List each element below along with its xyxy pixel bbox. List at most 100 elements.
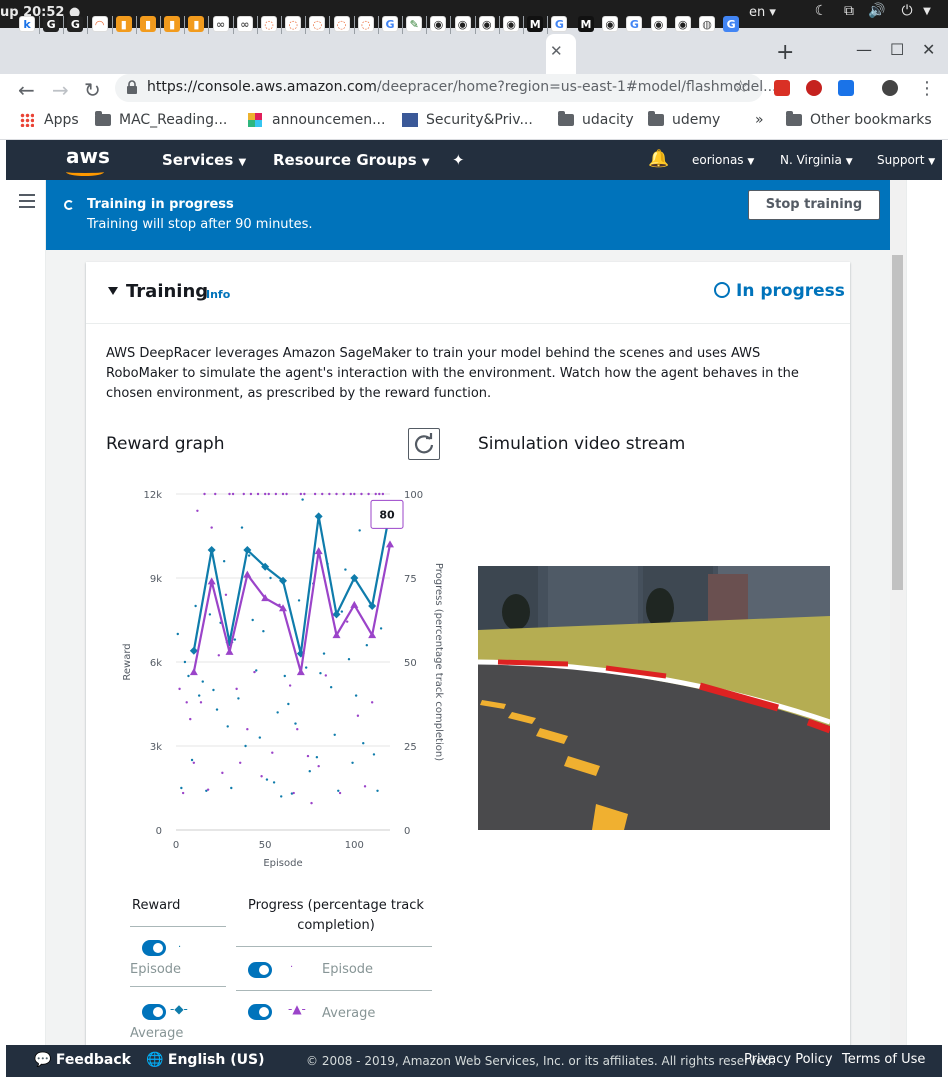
stop-training-button[interactable]: Stop training bbox=[748, 190, 880, 220]
tab-separator bbox=[547, 16, 549, 34]
address-bar[interactable]: https://console.aws.amazon.com/deepracer… bbox=[115, 74, 777, 102]
browser-tab[interactable]: ◌ bbox=[283, 14, 303, 34]
bookmark-mac-reading[interactable]: MAC_Reading... bbox=[95, 111, 227, 128]
new-tab-button[interactable]: + bbox=[776, 40, 794, 65]
services-menu[interactable]: Services ▼ bbox=[162, 151, 246, 169]
volume-icon[interactable]: 🔊 bbox=[868, 3, 886, 21]
privacy-policy-link[interactable]: Privacy Policy bbox=[744, 1052, 833, 1067]
training-panel: Training Info In progress AWS DeepRacer … bbox=[86, 262, 850, 1045]
speech-bubble-icon: 💬 bbox=[34, 1052, 52, 1068]
maximize-window-button[interactable]: ☐ bbox=[890, 40, 904, 59]
bookmark-udemy[interactable]: udemy bbox=[648, 111, 720, 128]
tab-favicon-icon: ▮ bbox=[188, 16, 205, 32]
support-menu[interactable]: Support ▼ bbox=[877, 153, 935, 167]
browser-tab[interactable]: G bbox=[549, 14, 569, 34]
network-icon[interactable]: ⧉ bbox=[840, 3, 858, 21]
adblock-icon[interactable] bbox=[806, 80, 822, 96]
back-button[interactable]: ← bbox=[18, 78, 35, 102]
browser-tab[interactable]: M bbox=[576, 14, 596, 34]
browser-tab[interactable]: ◠ bbox=[90, 14, 110, 34]
browser-tab[interactable]: ◉ bbox=[501, 14, 521, 34]
progress-average-toggle[interactable] bbox=[248, 1004, 272, 1020]
collapse-triangle-icon[interactable] bbox=[108, 287, 118, 295]
refresh-graph-button[interactable] bbox=[408, 428, 440, 460]
browser-tab[interactable]: ◌ bbox=[259, 14, 279, 34]
progress-average-point bbox=[386, 540, 394, 548]
browser-tab[interactable]: G bbox=[721, 14, 741, 34]
bookmark-security-privacy[interactable]: Security&Priv... bbox=[402, 112, 533, 128]
reload-button[interactable]: ↻ bbox=[84, 78, 101, 102]
bookmarks-overflow[interactable]: » bbox=[755, 112, 764, 128]
feedback-link[interactable]: 💬 Feedback bbox=[34, 1052, 131, 1068]
browser-tab[interactable]: ◉ bbox=[453, 14, 473, 34]
browser-tab[interactable]: ▮ bbox=[186, 14, 206, 34]
scrollbar-thumb[interactable] bbox=[892, 255, 903, 590]
browser-tab[interactable]: G bbox=[624, 14, 644, 34]
close-window-button[interactable]: ✕ bbox=[922, 40, 935, 59]
tab-separator bbox=[111, 16, 113, 34]
extension-icon-1[interactable] bbox=[774, 80, 790, 96]
training-panel-title[interactable]: Training bbox=[126, 281, 208, 302]
region-menu[interactable]: N. Virginia ▼ bbox=[780, 153, 853, 167]
chevron-down-icon: ▼ bbox=[928, 157, 936, 167]
bookmark-announcements[interactable]: announcemen... bbox=[248, 112, 385, 128]
browser-tab[interactable]: ∞ bbox=[235, 14, 255, 34]
browser-tab[interactable]: k bbox=[17, 14, 37, 34]
browser-tab[interactable]: ▮ bbox=[138, 14, 158, 34]
browser-tab[interactable]: ◉ bbox=[477, 14, 497, 34]
browser-tab[interactable]: ∞ bbox=[211, 14, 231, 34]
browser-tab[interactable]: ◌ bbox=[332, 14, 352, 34]
browser-tab[interactable]: ▮ bbox=[114, 14, 134, 34]
browser-tab[interactable]: ◉ bbox=[428, 14, 448, 34]
power-menu-chevron-icon[interactable]: ▼ bbox=[918, 6, 936, 24]
power-icon[interactable]: ⏻ bbox=[898, 3, 916, 21]
tab-close-icon[interactable]: ✕ bbox=[550, 42, 563, 60]
legend-progress-header: Progress (percentage track completion) bbox=[248, 898, 424, 933]
tooltip-value: 80 bbox=[379, 508, 395, 521]
minimize-window-button[interactable]: — bbox=[856, 40, 872, 59]
resource-groups-menu[interactable]: Resource Groups ▼ bbox=[273, 151, 430, 169]
browser-tab[interactable]: G bbox=[41, 14, 61, 34]
notifications-bell-icon[interactable]: 🔔 bbox=[648, 149, 669, 169]
browser-tab[interactable]: ◉ bbox=[600, 14, 620, 34]
bookmarks-bar: Apps MAC_Reading... announcemen... Secur… bbox=[0, 104, 948, 140]
bookmark-udacity[interactable]: udacity bbox=[558, 111, 634, 128]
tab-separator bbox=[87, 16, 89, 34]
browser-tab[interactable]: ◉ bbox=[673, 14, 693, 34]
bookmark-star-icon[interactable]: ☆ bbox=[733, 77, 748, 97]
browser-tab[interactable]: G bbox=[380, 14, 400, 34]
browser-tab[interactable]: ◉ bbox=[649, 14, 669, 34]
browser-menu-icon[interactable]: ⋮ bbox=[918, 78, 936, 99]
forward-button[interactable]: → bbox=[52, 78, 69, 102]
profile-avatar[interactable] bbox=[882, 80, 898, 96]
browser-tab[interactable]: ◌ bbox=[356, 14, 376, 34]
info-link[interactable]: Info bbox=[206, 288, 230, 301]
night-mode-icon[interactable]: ☾ bbox=[812, 3, 830, 21]
tab-favicon-icon: ◉ bbox=[478, 16, 495, 32]
account-menu[interactable]: eorionas ▼ bbox=[692, 153, 754, 167]
browser-tab[interactable]: ▮ bbox=[162, 14, 182, 34]
aws-logo[interactable]: aws bbox=[66, 144, 110, 168]
browser-tab[interactable]: ◌ bbox=[307, 14, 327, 34]
progress-episode-toggle[interactable] bbox=[248, 962, 272, 978]
reward-average-toggle[interactable] bbox=[142, 1004, 166, 1020]
language-selector[interactable]: 🌐 English (US) bbox=[146, 1052, 264, 1068]
os-language-indicator[interactable]: en ▾ bbox=[749, 5, 776, 20]
browser-tab[interactable]: M bbox=[525, 14, 545, 34]
simulation-video-stream[interactable] bbox=[478, 566, 830, 830]
bookmark-other[interactable]: Other bookmarks bbox=[786, 111, 932, 128]
hamburger-menu-icon[interactable] bbox=[19, 194, 35, 208]
terms-of-use-link[interactable]: Terms of Use bbox=[842, 1052, 925, 1067]
progress-episode-point bbox=[231, 492, 235, 496]
browser-tab[interactable]: G bbox=[65, 14, 85, 34]
extension-icon-3[interactable] bbox=[838, 80, 854, 96]
progress-average-point bbox=[350, 600, 359, 608]
pin-icon[interactable]: ✦ bbox=[452, 151, 465, 169]
browser-tab[interactable]: ◍ bbox=[697, 14, 717, 34]
reward-episode-toggle[interactable] bbox=[142, 940, 166, 956]
reward-graph[interactable]: 0 3k 6k 9k 12k 0 25 50 75 100 0 50 100 Episode Reward P… bbox=[106, 472, 456, 868]
progress-episode-point bbox=[253, 670, 256, 674]
bookmark-apps[interactable]: Apps bbox=[20, 112, 79, 128]
progress-episode-point bbox=[267, 492, 270, 496]
browser-tab[interactable]: ✎ bbox=[404, 14, 424, 34]
